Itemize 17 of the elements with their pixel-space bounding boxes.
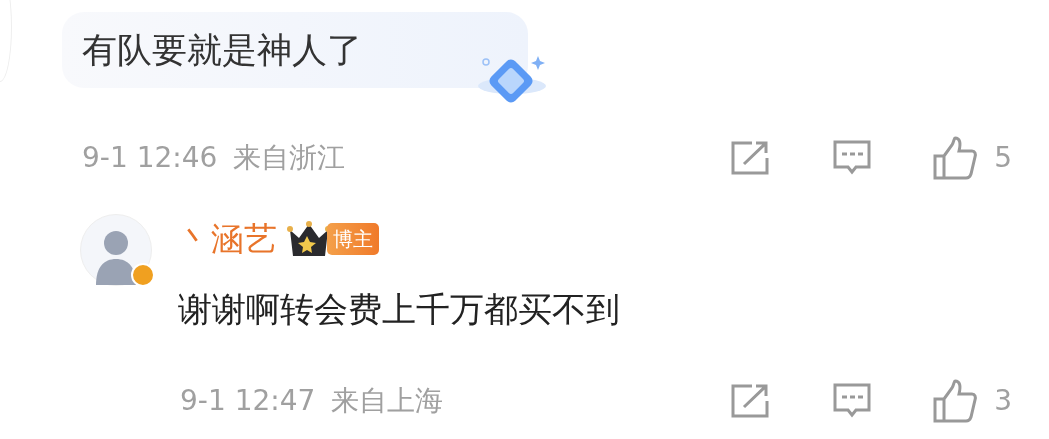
role-badge: 博主 xyxy=(327,222,379,255)
comment-text: 有队要就是神人了 xyxy=(82,28,362,72)
share-icon[interactable] xyxy=(730,140,771,176)
like-count: 3 xyxy=(994,382,1012,419)
like-count: 5 xyxy=(994,140,1012,176)
comment-icon[interactable] xyxy=(832,381,873,420)
thumbs-up-icon[interactable] xyxy=(932,378,979,423)
comment-icon[interactable] xyxy=(832,139,873,177)
reply-text: 谢谢啊转会费上千万都买不到 xyxy=(178,287,620,331)
person-icon xyxy=(96,231,136,285)
share-icon[interactable] xyxy=(730,382,771,419)
comment-location: 来自上海 xyxy=(331,382,444,419)
thumbs-up-icon[interactable] xyxy=(932,136,979,180)
user-name: 丶涵艺 xyxy=(178,218,277,260)
comment-time: 9-1 12:47 xyxy=(180,382,316,419)
comment-time: 9-1 12:46 xyxy=(82,140,218,176)
comment-location: 来自浙江 xyxy=(233,140,346,176)
